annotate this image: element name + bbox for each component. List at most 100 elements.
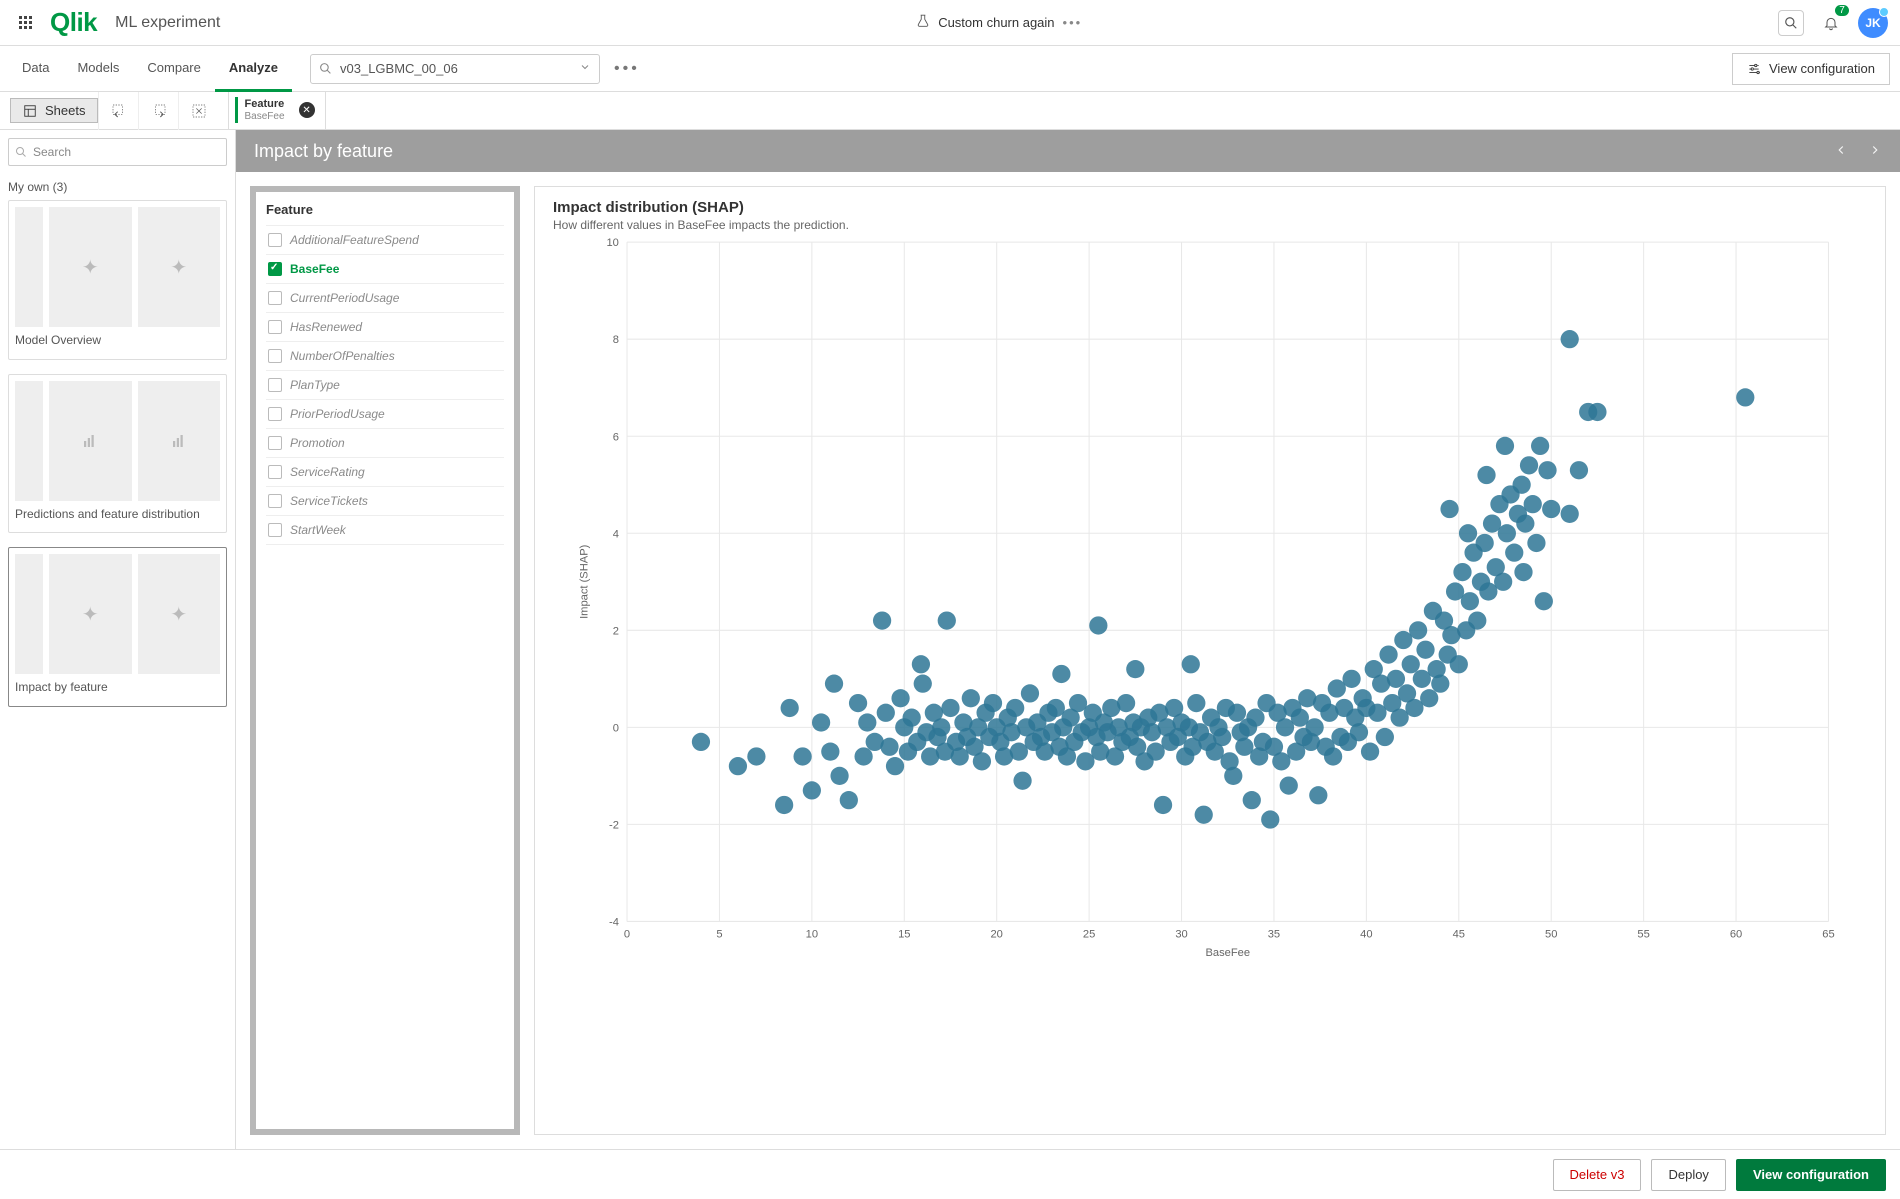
- feature-label: ServiceRating: [290, 465, 365, 479]
- filter-indicator: [235, 97, 238, 123]
- next-sheet-icon[interactable]: [1868, 141, 1882, 162]
- secondbar: DataModelsCompareAnalyze v03_LGBMC_00_06…: [0, 46, 1900, 92]
- app-title: ML experiment: [115, 14, 220, 32]
- sheet-search[interactable]: Search: [8, 138, 227, 166]
- feature-item[interactable]: PriorPeriodUsage: [266, 400, 504, 429]
- checkbox-icon: [268, 523, 282, 537]
- prev-sheet-icon[interactable]: [1834, 141, 1848, 162]
- filter-name: Feature: [244, 98, 284, 110]
- feature-label: AdditionalFeatureSpend: [290, 233, 419, 247]
- filter-value: BaseFee: [244, 111, 284, 122]
- topbar-right: 7 JK: [1778, 8, 1888, 38]
- waffle-icon[interactable]: [12, 10, 38, 36]
- feature-filter-panel: Feature AdditionalFeatureSpend BaseFee Cur…: [250, 186, 520, 1135]
- checkbox-icon: [268, 465, 282, 479]
- sheet-card[interactable]: ✦✦Model Overview: [8, 200, 227, 360]
- svg-text:60: 60: [1730, 929, 1742, 941]
- experiment-name[interactable]: Custom churn again •••: [232, 14, 1766, 31]
- global-search-button[interactable]: [1778, 10, 1804, 36]
- checkbox-icon: [268, 320, 282, 334]
- sheet-card[interactable]: ✦✦Impact by feature: [8, 547, 227, 707]
- svg-text:BaseFee: BaseFee: [1205, 947, 1250, 959]
- deploy-button[interactable]: Deploy: [1651, 1159, 1725, 1191]
- view-configuration-primary-button[interactable]: View configuration: [1736, 1159, 1886, 1191]
- svg-text:40: 40: [1360, 929, 1372, 941]
- feature-item[interactable]: PlanType: [266, 371, 504, 400]
- feature-item[interactable]: ServiceTickets: [266, 487, 504, 516]
- notification-count: 7: [1835, 5, 1849, 16]
- feature-label: Promotion: [290, 436, 345, 450]
- svg-text:6: 6: [613, 431, 619, 443]
- selection-forward-icon[interactable]: [138, 92, 178, 130]
- experiment-more-icon[interactable]: •••: [1063, 15, 1083, 30]
- feature-item[interactable]: BaseFee: [266, 255, 504, 284]
- view-configuration-button[interactable]: View configuration: [1732, 53, 1890, 85]
- feature-item[interactable]: CurrentPeriodUsage: [266, 284, 504, 313]
- feature-label: ServiceTickets: [290, 494, 368, 508]
- tab-compare[interactable]: Compare: [133, 46, 214, 92]
- selection-back-icon[interactable]: [98, 92, 138, 130]
- notifications-button[interactable]: 7: [1818, 10, 1844, 36]
- impact-header-title: Impact by feature: [254, 141, 393, 162]
- search-icon: [319, 62, 332, 75]
- svg-text:65: 65: [1822, 929, 1834, 941]
- checkbox-icon: [268, 262, 282, 276]
- tab-models[interactable]: Models: [63, 46, 133, 92]
- checkbox-icon: [268, 436, 282, 450]
- feature-label: CurrentPeriodUsage: [290, 291, 399, 305]
- delete-button[interactable]: Delete v3: [1553, 1159, 1642, 1191]
- chart-subtitle: How different values in BaseFee impacts …: [553, 218, 1867, 232]
- feature-item[interactable]: NumberOfPenalties: [266, 342, 504, 371]
- checkbox-icon: [268, 233, 282, 247]
- svg-text:35: 35: [1268, 929, 1280, 941]
- content: Impact by feature Feature AdditionalFeat…: [236, 130, 1900, 1149]
- shap-scatter-plot[interactable]: 05101520253035404550556065-4-20246810Bas…: [553, 232, 1867, 962]
- filter-pill[interactable]: Feature BaseFee ✕: [228, 92, 325, 130]
- sheet-card-title: Predictions and feature distribution: [15, 507, 220, 523]
- svg-text:4: 4: [613, 528, 619, 540]
- chart-title: Impact distribution (SHAP): [553, 199, 1867, 216]
- avatar[interactable]: JK: [1858, 8, 1888, 38]
- filter-close-icon[interactable]: ✕: [299, 102, 315, 118]
- footer: Delete v3 Deploy View configuration: [0, 1149, 1900, 1199]
- topbar: Qlik ML experiment Custom churn again ••…: [0, 0, 1900, 46]
- feature-item[interactable]: StartWeek: [266, 516, 504, 545]
- svg-text:30: 30: [1175, 929, 1187, 941]
- feature-item[interactable]: Promotion: [266, 429, 504, 458]
- svg-text:15: 15: [898, 929, 910, 941]
- chevron-down-icon: [579, 61, 591, 76]
- checkbox-icon: [268, 378, 282, 392]
- tab-data[interactable]: Data: [8, 46, 63, 92]
- impact-header: Impact by feature: [236, 130, 1900, 172]
- sliders-icon: [1747, 62, 1761, 76]
- feature-label: HasRenewed: [290, 320, 362, 334]
- sheets-button[interactable]: Sheets: [10, 98, 98, 123]
- feature-item[interactable]: AdditionalFeatureSpend: [266, 226, 504, 255]
- secondbar-more[interactable]: •••: [614, 60, 640, 78]
- feature-label: PriorPeriodUsage: [290, 407, 385, 421]
- feature-panel-title: Feature: [266, 202, 504, 217]
- tab-analyze[interactable]: Analyze: [215, 46, 292, 92]
- svg-text:20: 20: [990, 929, 1002, 941]
- clear-selections-icon[interactable]: [178, 92, 218, 130]
- shap-chart-box: Impact distribution (SHAP) How different…: [534, 186, 1886, 1135]
- feature-label: NumberOfPenalties: [290, 349, 395, 363]
- svg-text:0: 0: [624, 929, 630, 941]
- feature-item[interactable]: HasRenewed: [266, 313, 504, 342]
- svg-text:-2: -2: [609, 819, 619, 831]
- qlik-logo: Qlik: [50, 7, 97, 38]
- svg-text:25: 25: [1083, 929, 1095, 941]
- model-selector[interactable]: v03_LGBMC_00_06: [310, 54, 600, 84]
- svg-text:8: 8: [613, 334, 619, 346]
- sheet-card[interactable]: Predictions and feature distribution: [8, 374, 227, 534]
- feature-label: BaseFee: [290, 262, 339, 276]
- sheet-card-title: Model Overview: [15, 333, 220, 349]
- svg-text:0: 0: [613, 722, 619, 734]
- experiment-label: Custom churn again: [938, 15, 1054, 30]
- sheets-panel: Search My own (3) ✦✦Model OverviewPredic…: [0, 130, 236, 1149]
- toolrow: Sheets Feature BaseFee ✕: [0, 92, 1900, 130]
- feature-item[interactable]: ServiceRating: [266, 458, 504, 487]
- flask-icon: [916, 14, 930, 31]
- svg-text:55: 55: [1637, 929, 1649, 941]
- workarea: Feature AdditionalFeatureSpend BaseFee Cur…: [236, 172, 1900, 1149]
